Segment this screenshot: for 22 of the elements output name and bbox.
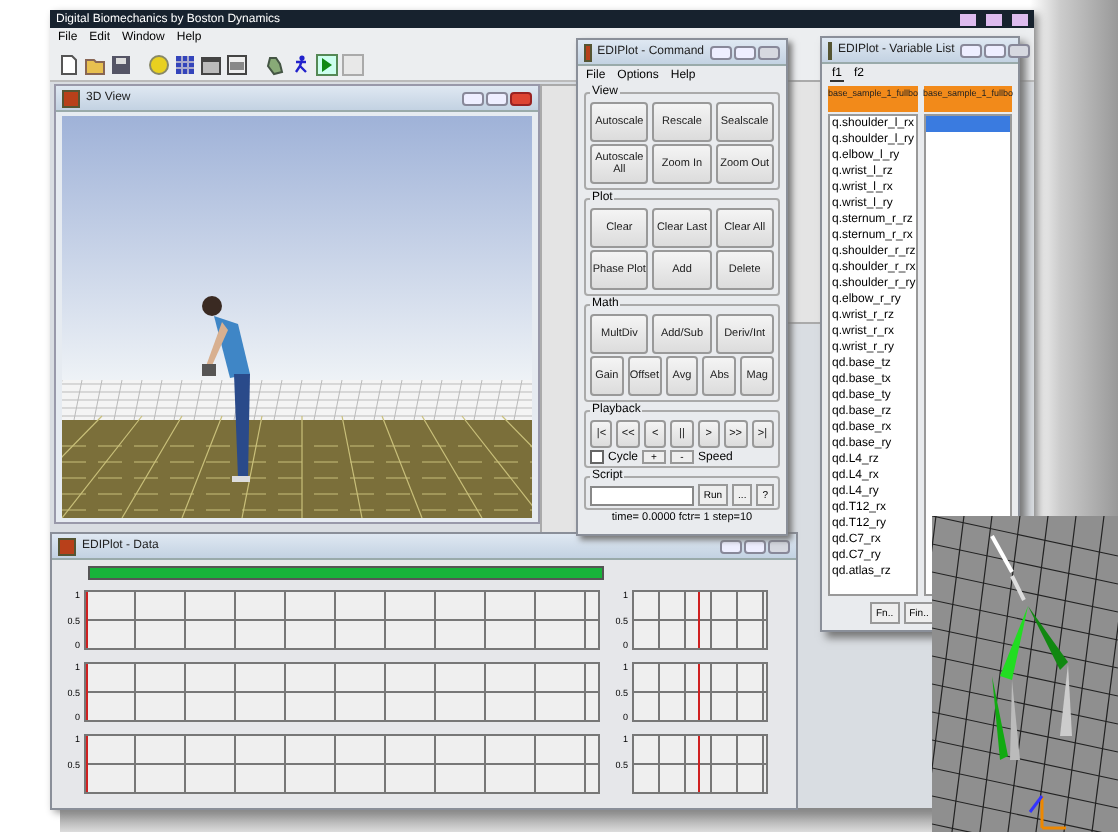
maximize-button[interactable] (986, 13, 1002, 25)
cycle-checkbox[interactable] (590, 450, 604, 464)
sphere-icon[interactable] (148, 53, 170, 75)
minimize-button[interactable] (960, 13, 976, 25)
window-icon[interactable] (226, 53, 248, 75)
app-icon (58, 537, 76, 555)
running-figure-icon[interactable] (290, 53, 312, 75)
plot-area (632, 734, 768, 794)
grid-icon[interactable] (174, 53, 196, 75)
script-field[interactable] (590, 485, 694, 505)
play-icon[interactable] (316, 53, 338, 75)
new-file-icon[interactable] (58, 53, 80, 75)
plot-area (632, 662, 768, 722)
close-button[interactable] (510, 91, 532, 105)
close-button[interactable] (1012, 13, 1028, 25)
blank-icon[interactable] (342, 53, 364, 75)
plot-area (632, 590, 768, 650)
app-icon (584, 43, 592, 61)
save-icon[interactable] (110, 53, 132, 75)
app-icon (62, 89, 80, 107)
open-folder-icon[interactable] (84, 53, 106, 75)
window-icon[interactable] (200, 53, 222, 75)
